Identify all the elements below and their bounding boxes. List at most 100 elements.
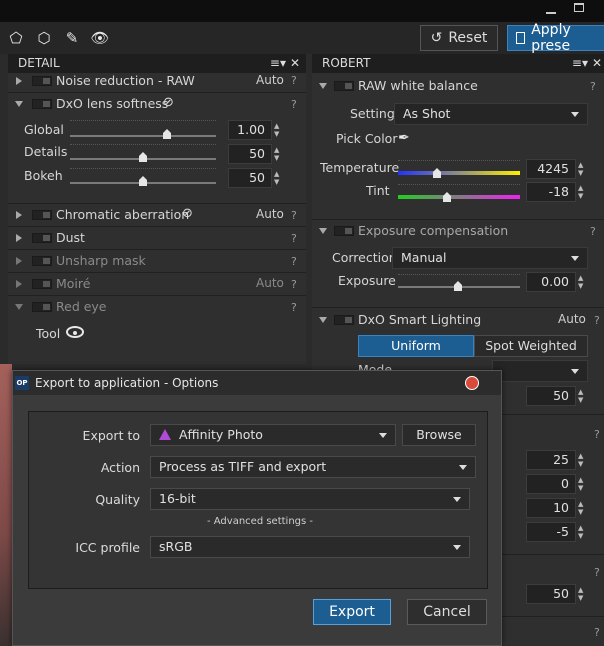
- temperature-slider-track[interactable]: [398, 171, 520, 175]
- panel-menu-icon[interactable]: ≡▾: [270, 54, 286, 73]
- temperature-slider-thumb[interactable]: [433, 168, 441, 178]
- expand-arrow-icon[interactable]: [16, 211, 22, 219]
- noise-reduction-label[interactable]: Noise reduction - RAW: [56, 69, 195, 92]
- help-icon[interactable]: ?: [594, 428, 600, 441]
- setting-select[interactable]: As Shot: [394, 103, 588, 125]
- global-value-field[interactable]: 1.00: [228, 120, 272, 140]
- browse-button[interactable]: Browse: [402, 424, 476, 446]
- panel-menu-icon[interactable]: ≡▾: [572, 54, 588, 73]
- expand-arrow-icon[interactable]: [16, 280, 22, 288]
- expand-arrow-icon[interactable]: [16, 257, 22, 265]
- spinner-arrows[interactable]: ▲ ▼: [578, 476, 586, 492]
- eyedropper-icon[interactable]: ✒: [398, 130, 410, 146]
- eraser-icon[interactable]: ✎: [62, 28, 82, 48]
- hidden-eye-icon[interactable]: ⊘: [182, 206, 193, 221]
- close-icon[interactable]: ✕: [290, 54, 300, 73]
- smart-lighting-value-field[interactable]: 50: [526, 386, 576, 406]
- spinner-arrows[interactable]: ▲ ▼: [578, 184, 586, 200]
- value-field[interactable]: 50: [526, 584, 576, 604]
- icc-profile-select[interactable]: sRGB: [150, 536, 470, 558]
- toggle-switch[interactable]: [334, 315, 354, 325]
- toggle-switch[interactable]: [32, 76, 52, 86]
- expand-arrow-icon[interactable]: [16, 234, 22, 242]
- tint-value-field[interactable]: -18: [526, 182, 576, 202]
- value-field[interactable]: 0: [526, 474, 576, 494]
- polygon-select-icon[interactable]: ⬠: [6, 28, 26, 48]
- collapse-arrow-icon[interactable]: [319, 317, 327, 323]
- bokeh-value-field[interactable]: 50: [228, 168, 272, 188]
- temperature-value-field[interactable]: 4245 K: [526, 159, 576, 194]
- unsharp-mask-label[interactable]: Unsharp mask: [56, 249, 146, 272]
- help-icon[interactable]: ?: [291, 301, 297, 314]
- spinner-arrows[interactable]: ▲ ▼: [578, 161, 586, 177]
- bokeh-slider-thumb[interactable]: [139, 176, 147, 186]
- minimize-icon[interactable]: [546, 4, 556, 14]
- toggle-switch[interactable]: [32, 302, 52, 312]
- eye-icon[interactable]: 👁: [90, 28, 110, 48]
- cancel-button[interactable]: Cancel: [407, 599, 487, 625]
- details-slider-thumb[interactable]: [139, 152, 147, 162]
- tint-slider-thumb[interactable]: [443, 192, 451, 202]
- lens-softness-label[interactable]: DxO lens softness: [56, 92, 168, 115]
- uniform-tab[interactable]: Uniform: [358, 335, 474, 357]
- collapse-arrow-icon[interactable]: [319, 83, 327, 89]
- export-button[interactable]: Export: [313, 599, 391, 625]
- spinner-arrows[interactable]: ▲ ▼: [274, 122, 282, 138]
- help-icon[interactable]: ?: [291, 74, 297, 87]
- wb-title[interactable]: RAW white balance: [358, 74, 478, 97]
- spinner-arrows[interactable]: ▲ ▼: [274, 146, 282, 162]
- spot-weighted-tab[interactable]: Spot Weighted: [474, 335, 588, 357]
- exposure-slider-thumb[interactable]: [454, 281, 462, 291]
- help-icon[interactable]: ?: [291, 209, 297, 222]
- spinner-arrows[interactable]: ▲ ▼: [578, 388, 586, 404]
- mode-select[interactable]: [492, 360, 588, 382]
- spinner-arrows[interactable]: ▲ ▼: [578, 500, 586, 516]
- export-to-select[interactable]: Affinity Photo: [150, 424, 396, 446]
- toggle-switch[interactable]: [334, 81, 354, 91]
- help-icon[interactable]: ?: [590, 80, 596, 93]
- chromatic-aberration-label[interactable]: Chromatic aberration: [56, 203, 189, 226]
- help-icon[interactable]: ?: [594, 314, 600, 327]
- value-field[interactable]: 10: [526, 498, 576, 518]
- action-select[interactable]: Process as TIFF and export: [150, 456, 476, 478]
- apply-preset-button[interactable]: Apply prese: [507, 22, 604, 54]
- details-value-field[interactable]: 50: [228, 144, 272, 164]
- spinner-arrows[interactable]: ▲ ▼: [274, 170, 282, 186]
- tint-slider-track[interactable]: [398, 195, 520, 199]
- red-eye-label[interactable]: Red eye: [56, 295, 107, 318]
- expand-arrow-icon[interactable]: [16, 77, 22, 85]
- help-icon[interactable]: ?: [291, 255, 297, 268]
- correction-select[interactable]: Manual: [392, 247, 588, 269]
- close-icon[interactable]: ✕: [592, 54, 602, 73]
- toggle-switch[interactable]: [32, 256, 52, 266]
- help-icon[interactable]: ?: [590, 225, 596, 238]
- dust-label[interactable]: Dust: [56, 226, 85, 249]
- moire-label[interactable]: Moiré: [56, 272, 90, 295]
- lasso-select-icon[interactable]: ⬡: [34, 28, 54, 48]
- restore-icon[interactable]: [574, 3, 584, 12]
- spinner-arrows[interactable]: ▲ ▼: [578, 586, 586, 602]
- quality-select[interactable]: 16-bit: [150, 488, 470, 510]
- global-slider-thumb[interactable]: [163, 129, 171, 139]
- toggle-switch[interactable]: [32, 99, 52, 109]
- hidden-eye-icon[interactable]: ⊘: [163, 95, 174, 110]
- value-field[interactable]: -5: [526, 522, 576, 542]
- exposure-title[interactable]: Exposure compensation: [358, 219, 508, 242]
- close-icon[interactable]: [465, 376, 479, 390]
- help-icon[interactable]: ?: [291, 98, 297, 111]
- help-icon[interactable]: ?: [594, 566, 600, 579]
- spinner-arrows[interactable]: ▲ ▼: [578, 524, 586, 540]
- collapse-arrow-icon[interactable]: [15, 101, 23, 107]
- spinner-arrows[interactable]: ▲ ▼: [578, 452, 586, 468]
- spinner-arrows[interactable]: ▲ ▼: [578, 274, 586, 290]
- collapse-arrow-icon[interactable]: [15, 304, 23, 310]
- collapse-arrow-icon[interactable]: [319, 228, 327, 234]
- help-icon[interactable]: ?: [594, 626, 600, 639]
- help-icon[interactable]: ?: [291, 278, 297, 291]
- toggle-switch[interactable]: [334, 226, 354, 236]
- toggle-switch[interactable]: [32, 210, 52, 220]
- smart-lighting-title[interactable]: DxO Smart Lighting: [358, 308, 481, 331]
- value-field[interactable]: 25: [526, 450, 576, 470]
- toggle-switch[interactable]: [32, 279, 52, 289]
- global-slider-track[interactable]: [70, 135, 216, 137]
